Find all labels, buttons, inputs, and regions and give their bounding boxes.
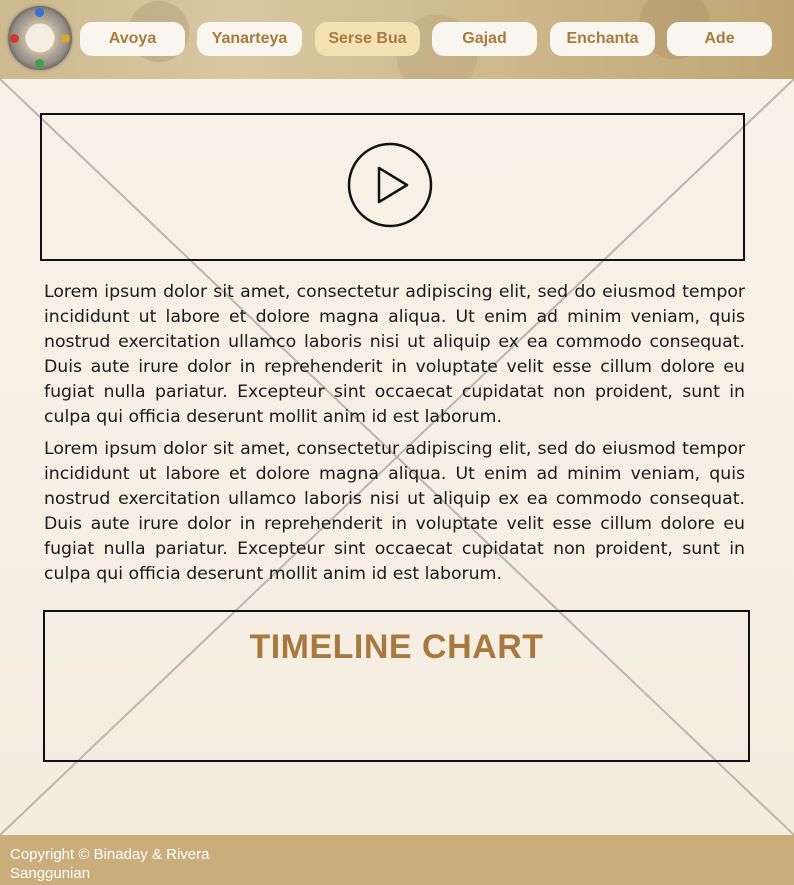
play-icon[interactable]	[347, 142, 433, 228]
timeline-chart-title: TIMELINE CHART	[249, 628, 544, 666]
nav-yanarteya-button[interactable]: Yanarteya	[197, 22, 302, 56]
nav-ade-button[interactable]: Ade	[667, 22, 772, 56]
body-paragraph: Lorem ipsum dolor sit amet, consectetur …	[44, 282, 745, 427]
red-gem-icon	[10, 34, 19, 43]
body-paragraph: Lorem ipsum dolor sit amet, consectetur …	[44, 439, 745, 584]
header: Avoya Yanarteya Serse Bua Gajad Enchanta…	[0, 0, 794, 79]
blue-gem-icon	[35, 8, 44, 17]
nav-avoya-button[interactable]: Avoya	[80, 22, 185, 56]
footer: Copyright © Binaday & Rivera Sanggunian	[0, 835, 794, 885]
nav-gajad-button[interactable]: Gajad	[432, 22, 537, 56]
yellow-gem-icon	[61, 34, 70, 43]
nav-enchanta-button[interactable]: Enchanta	[550, 22, 655, 56]
timeline-chart-panel: TIMELINE CHART	[43, 610, 750, 762]
nav-serse-bua-button[interactable]: Serse Bua	[315, 22, 420, 56]
green-gem-icon	[35, 59, 44, 68]
logo[interactable]	[8, 6, 72, 70]
copyright-text: Copyright © Binaday & Rivera Sanggunian	[10, 846, 210, 882]
